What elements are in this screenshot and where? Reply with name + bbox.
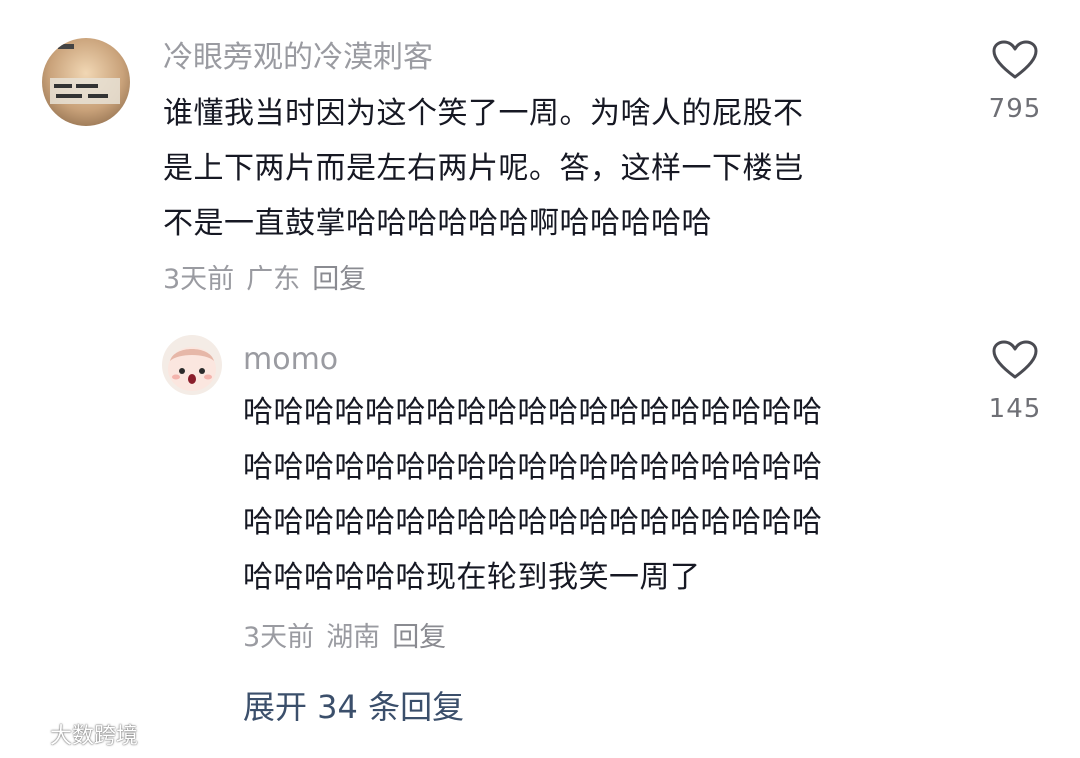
reply-button[interactable]: 回复 (392, 622, 446, 653)
reply-username[interactable]: momo (243, 342, 338, 378)
comment-time: 3天前 (163, 264, 235, 295)
like-button[interactable]: 145 (970, 340, 1060, 424)
reply-button[interactable]: 回复 (312, 264, 366, 295)
reply-time: 3天前 (243, 622, 315, 653)
reply-text-line: 哈哈哈哈哈哈哈哈哈哈哈哈哈哈哈哈哈哈哈 (243, 395, 823, 430)
meme-avatar-icon (42, 38, 130, 126)
heart-icon[interactable] (992, 340, 1038, 380)
reply-text-line: 哈哈哈哈哈哈哈哈哈哈哈哈哈哈哈哈哈哈哈 (243, 505, 823, 540)
comment-text-line: 不是一直鼓掌哈哈哈哈哈哈啊哈哈哈哈哈 (163, 206, 712, 241)
heart-icon[interactable] (992, 40, 1038, 80)
comment-text: 谁懂我当时因为这个笑了一周。为啥人的屁股不 是上下两片而是左右两片呢。答，这样一… (163, 86, 804, 251)
like-count: 795 (988, 94, 1042, 124)
comment-meta: 3天前 广东 回复 (163, 264, 378, 296)
comment-username[interactable]: 冷眼旁观的冷漠刺客 (163, 40, 433, 76)
like-count: 145 (988, 394, 1042, 424)
comment-location: 广东 (246, 264, 301, 295)
like-button[interactable]: 795 (970, 40, 1060, 124)
watermark: 大数跨境 (10, 724, 138, 750)
comment-text-line: 是上下两片而是左右两片呢。答，这样一下楼岂 (163, 151, 804, 186)
cartoon-face-avatar-icon (162, 335, 222, 395)
reply-text: 哈哈哈哈哈哈哈哈哈哈哈哈哈哈哈哈哈哈哈 哈哈哈哈哈哈哈哈哈哈哈哈哈哈哈哈哈哈哈 … (243, 385, 823, 605)
reply-meta: 3天前 湖南 回复 (243, 622, 458, 654)
reply-text-line: 哈哈哈哈哈哈哈哈哈哈哈哈哈哈哈哈哈哈哈 (243, 450, 823, 485)
watermark-text: 大数跨境 (50, 724, 139, 749)
avatar[interactable] (162, 335, 222, 395)
comment-text-line: 谁懂我当时因为这个笑了一周。为啥人的屁股不 (163, 96, 804, 131)
avatar[interactable] (42, 38, 130, 126)
reply-location: 湖南 (326, 622, 381, 653)
reply-text-line: 哈哈哈哈哈哈现在轮到我笑一周了 (243, 560, 701, 595)
expand-replies-button[interactable]: 展开 34 条回复 (243, 688, 464, 726)
watermark-logo-icon (12, 729, 42, 745)
